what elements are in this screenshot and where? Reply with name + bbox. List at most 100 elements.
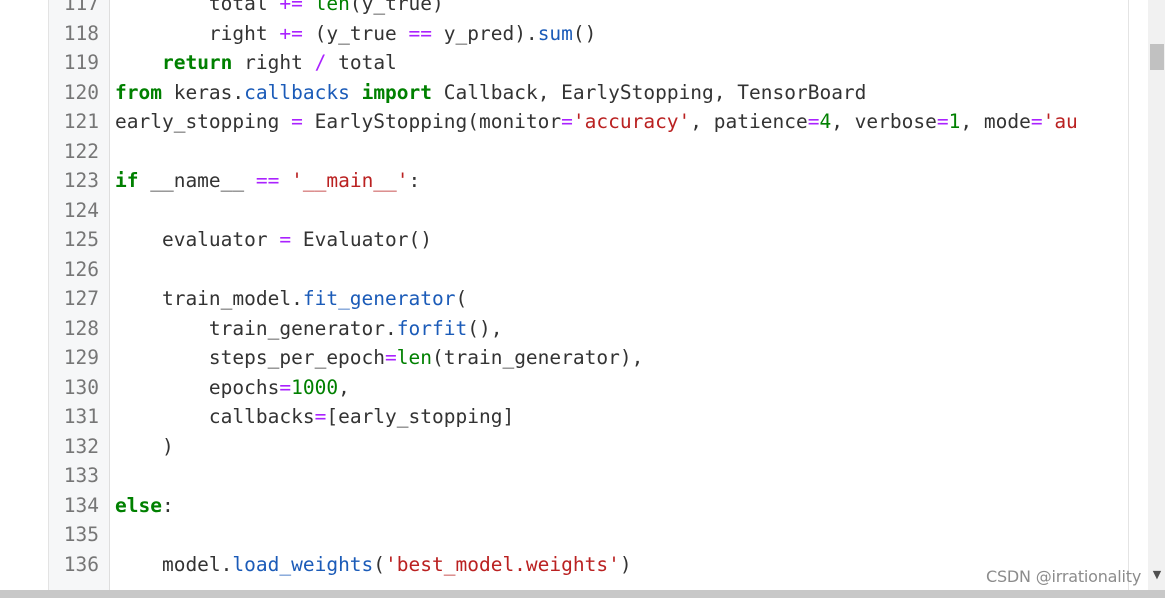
code-token: ==: [255, 169, 280, 192]
code-token: __name__: [138, 169, 256, 192]
minimap-strip: [1128, 0, 1148, 590]
code-token: [early_stopping]: [326, 405, 515, 428]
line-number: 122: [63, 139, 99, 163]
line-number: 121: [63, 110, 99, 133]
line-number: 127: [63, 287, 99, 310]
code-line[interactable]: ): [115, 432, 174, 462]
vertical-scrollbar[interactable]: [1148, 0, 1165, 590]
code-token: /: [314, 51, 327, 74]
line-number: 129: [63, 346, 99, 369]
code-token: train_model.: [115, 287, 303, 310]
line-number: 136: [63, 552, 99, 576]
line-number: 135: [63, 523, 99, 546]
code-token: 1: [948, 110, 961, 133]
line-number: 123: [63, 169, 99, 192]
code-token: else: [115, 493, 162, 517]
code-token: , mode: [960, 110, 1031, 133]
code-token: (y_true: [302, 21, 409, 45]
code-token: =: [291, 110, 303, 133]
code-token: keras.: [161, 80, 245, 104]
code-token: (: [373, 552, 386, 576]
code-token: return: [161, 51, 233, 74]
code-token: =: [279, 228, 292, 251]
code-line[interactable]: train_model.fit_generator(: [115, 284, 467, 314]
code-token: +=: [279, 0, 303, 15]
code-token: =: [385, 346, 397, 369]
code-line[interactable]: early_stopping = EarlyStopping(monitor='…: [115, 107, 1078, 137]
code-token: len: [396, 346, 433, 369]
code-token: 1000: [291, 375, 339, 399]
code-token: import: [361, 80, 433, 104]
code-token: :: [161, 493, 174, 517]
vertical-scrollbar-thumb[interactable]: [1150, 44, 1164, 70]
code-token: =: [314, 405, 327, 428]
code-line[interactable]: model.load_weights('best_model.weights'): [115, 550, 632, 580]
code-token: EarlyStopping(monitor: [302, 110, 562, 133]
code-line[interactable]: train_generator.forfit(),: [115, 314, 503, 344]
code-token: 'au: [1042, 110, 1078, 133]
code-line[interactable]: return right / total: [115, 48, 397, 78]
code-token: =: [279, 375, 292, 399]
code-line[interactable]: if __name__ == '__main__':: [115, 166, 420, 196]
code-token: =: [1030, 110, 1043, 133]
code-token: (: [455, 287, 468, 310]
watermark-text: CSDN @irrationality: [986, 567, 1142, 586]
line-number: 125: [63, 228, 99, 251]
code-token: fit_generator: [302, 287, 456, 310]
line-number: 117: [63, 0, 99, 15]
line-number: 119: [63, 51, 99, 74]
code-token: (),: [467, 316, 503, 340]
code-token: callbacks: [115, 405, 315, 428]
line-number-gutter: 117 118 119 120 121 122 123 124 125 126 127 128 129 1…: [48, 0, 110, 590]
code-token: right: [232, 51, 315, 74]
code-line[interactable]: evaluator = Evaluator(): [115, 225, 432, 255]
line-number: 132: [63, 434, 99, 458]
code-token: total: [115, 0, 280, 15]
code-token: +=: [279, 21, 303, 45]
code-token: model.: [115, 552, 233, 576]
code-line[interactable]: total += len(y_true): [115, 0, 444, 19]
code-token: evaluator: [115, 228, 280, 251]
code-token: ): [619, 552, 632, 576]
code-token: ==: [408, 21, 433, 45]
code-line[interactable]: steps_per_epoch=len(train_generator),: [115, 343, 643, 373]
line-number: 118: [63, 21, 99, 45]
triangle-down-icon[interactable]: ▼: [1150, 568, 1164, 582]
code-line[interactable]: epochs=1000,: [115, 373, 350, 403]
code-token: y_pred).: [432, 21, 538, 45]
code-token: if: [115, 169, 139, 192]
code-token: 4: [819, 110, 832, 133]
code-token: (): [572, 21, 597, 45]
line-number: 126: [63, 257, 99, 281]
code-token: , patience: [690, 110, 808, 133]
code-token: 'best_model.weights': [385, 552, 620, 576]
code-token: total: [326, 51, 397, 74]
code-token: Callback, EarlyStopping, TensorBoard: [432, 80, 867, 104]
code-token: =: [807, 110, 820, 133]
code-line[interactable]: from keras.callbacks import Callback, Ea…: [115, 78, 866, 108]
code-line[interactable]: right += (y_true == y_pred).sum(): [115, 19, 597, 49]
line-number: 133: [63, 464, 99, 487]
code-line[interactable]: callbacks=[early_stopping]: [115, 402, 514, 432]
code-token: sum: [537, 21, 573, 45]
code-viewer: 117 118 119 120 121 122 123 124 125 126 127 128 129 1…: [0, 0, 1165, 598]
code-token: load_weights: [232, 552, 374, 576]
line-number: 134: [63, 493, 99, 517]
line-number: 130: [63, 375, 99, 399]
line-number: 120: [63, 80, 99, 104]
code-token: ): [115, 434, 174, 458]
page-left-margin: [0, 0, 48, 590]
code-content[interactable]: total += len(y_true) right += (y_true ==…: [110, 0, 1128, 590]
horizontal-scrollbar[interactable]: [0, 590, 1165, 598]
code-token: 'accuracy': [572, 110, 691, 133]
code-token: callbacks: [244, 80, 350, 104]
code-token: forfit: [396, 316, 468, 340]
line-number: 128: [63, 316, 99, 340]
line-number: 131: [63, 405, 99, 428]
code-token: '__main__': [291, 169, 409, 192]
code-line[interactable]: else:: [115, 491, 174, 521]
code-token: steps_per_epoch: [115, 346, 386, 369]
